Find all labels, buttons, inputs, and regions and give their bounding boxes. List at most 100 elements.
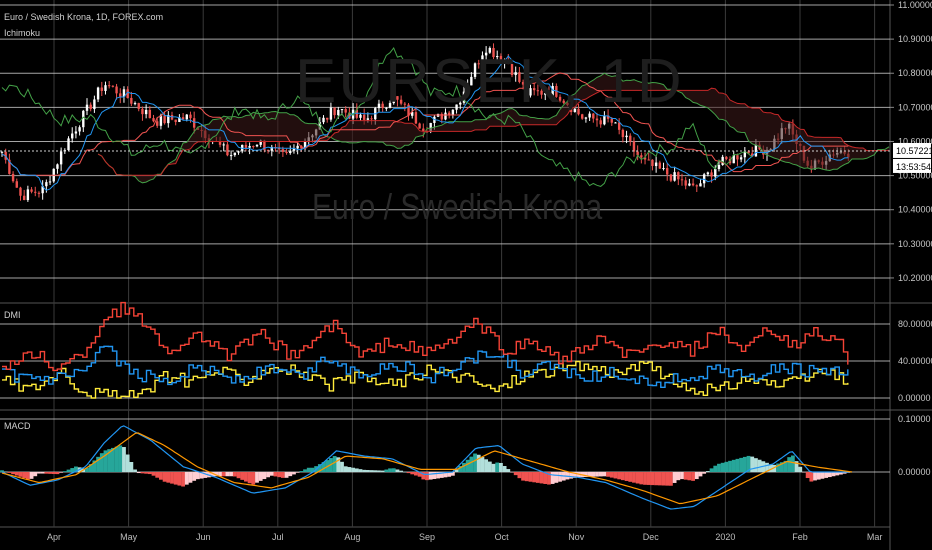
macd-histogram-bar bbox=[391, 468, 396, 472]
candle-body bbox=[96, 87, 100, 100]
candle-body bbox=[244, 144, 248, 148]
macd-histogram-bar bbox=[414, 472, 418, 476]
macd-histogram-bar bbox=[532, 472, 537, 483]
macd-histogram-bar bbox=[292, 472, 296, 475]
candle-body bbox=[248, 146, 251, 148]
dmi-pane-label: DMI bbox=[4, 310, 21, 320]
macd-histogram-bar bbox=[691, 472, 695, 481]
candle-body bbox=[680, 179, 684, 181]
macd-histogram-bar bbox=[303, 469, 307, 472]
macd-histogram-bar bbox=[425, 472, 429, 481]
macd-histogram-bar bbox=[44, 472, 49, 474]
candle-body bbox=[625, 135, 628, 138]
macd-histogram-bar bbox=[554, 472, 559, 483]
macd-histogram-bar bbox=[288, 472, 293, 477]
candle-body bbox=[699, 183, 702, 187]
macd-histogram-bar bbox=[354, 468, 359, 472]
time-tick-label: Jun bbox=[196, 532, 211, 542]
time-tick-label: 2020 bbox=[715, 532, 735, 542]
candle-body bbox=[111, 85, 115, 87]
candle-body bbox=[736, 155, 739, 160]
candle-body bbox=[632, 141, 636, 152]
macd-histogram-bar bbox=[473, 453, 477, 472]
macd-histogram-bar bbox=[735, 458, 740, 472]
macd-histogram-bar bbox=[495, 462, 500, 472]
macd-histogram-bar bbox=[284, 472, 289, 478]
candle-body bbox=[89, 104, 92, 110]
candle-body bbox=[629, 135, 632, 142]
macd-histogram-bar bbox=[513, 472, 518, 476]
macd-histogram-bar bbox=[521, 472, 525, 481]
macd-histogram-bar bbox=[66, 469, 71, 472]
macd-histogram-bar bbox=[820, 472, 825, 479]
indicator-label: Ichimoku bbox=[4, 28, 41, 38]
macd-histogram-bar bbox=[340, 461, 344, 472]
macd-histogram-bar bbox=[824, 472, 829, 478]
macd-histogram-bar bbox=[380, 470, 385, 472]
macd-histogram-bar bbox=[805, 472, 810, 479]
candle-body bbox=[71, 133, 74, 139]
candle-body bbox=[93, 99, 96, 110]
macd-histogram-bar bbox=[724, 461, 729, 472]
macd-histogram-bar bbox=[506, 469, 511, 472]
macd-histogram-bar bbox=[388, 468, 392, 472]
macd-histogram-bar bbox=[617, 472, 622, 480]
time-tick-label: Jul bbox=[272, 532, 284, 542]
candle-body bbox=[22, 195, 26, 201]
macd-histogram-bar bbox=[672, 472, 677, 483]
macd-histogram-bar bbox=[798, 466, 803, 472]
macd-histogram-bar bbox=[192, 472, 197, 481]
macd-histogram-bar bbox=[269, 472, 274, 476]
macd-histogram-bar bbox=[680, 472, 684, 480]
macd-histogram-bar bbox=[236, 472, 241, 479]
macd-histogram-bar bbox=[280, 472, 285, 478]
candle-body bbox=[115, 86, 118, 94]
macd-histogram-bar bbox=[499, 462, 503, 472]
candle-body bbox=[78, 127, 81, 132]
candle-body bbox=[67, 138, 70, 151]
candle-body bbox=[15, 181, 18, 188]
macd-histogram-bar bbox=[713, 465, 718, 472]
macd-histogram-bar bbox=[480, 457, 485, 472]
macd-histogram-bar bbox=[343, 466, 348, 472]
macd-histogram-bar bbox=[739, 457, 744, 472]
candle-body bbox=[688, 183, 691, 186]
macd-histogram-bar bbox=[606, 472, 610, 477]
macd-histogram-bar bbox=[295, 472, 300, 473]
macd-histogram-bar bbox=[369, 470, 374, 472]
macd-histogram-bar bbox=[550, 472, 555, 484]
macd-histogram-bar bbox=[188, 472, 193, 483]
macd-histogram-bar bbox=[698, 472, 703, 477]
macd-histogram-bar bbox=[632, 472, 636, 483]
candle-body bbox=[717, 164, 721, 170]
macd-histogram-bar bbox=[358, 469, 363, 472]
candle-body bbox=[281, 149, 285, 152]
macd-tick-label: 0.00000 bbox=[898, 467, 931, 477]
macd-histogram-bar bbox=[373, 470, 378, 472]
macd-histogram-bar bbox=[177, 472, 182, 486]
macd-histogram-bar bbox=[491, 463, 496, 472]
macd-histogram-bar bbox=[99, 453, 104, 472]
candle-body bbox=[651, 159, 654, 167]
macd-histogram-bar bbox=[598, 472, 603, 477]
dmi-tick-label: 80.00000 bbox=[898, 319, 932, 329]
macd-histogram-bar bbox=[591, 472, 596, 477]
macd-histogram-bar bbox=[683, 472, 688, 480]
macd-histogram-bar bbox=[731, 459, 736, 472]
candle-body bbox=[189, 114, 192, 119]
macd-histogram-bar bbox=[717, 463, 721, 472]
macd-histogram-bar bbox=[55, 472, 60, 475]
candle-body bbox=[148, 109, 152, 119]
candle-body bbox=[739, 157, 743, 160]
time-tick-label: May bbox=[120, 532, 138, 542]
macd-histogram-bar bbox=[247, 472, 252, 484]
macd-histogram-bar bbox=[62, 471, 67, 472]
candle-body bbox=[0, 151, 4, 153]
price-tick-label: 10.20000 bbox=[898, 273, 932, 283]
candle-body bbox=[252, 146, 255, 148]
macd-histogram-bar bbox=[613, 472, 618, 479]
macd-histogram-bar bbox=[702, 472, 707, 474]
macd-histogram-bar bbox=[70, 468, 75, 472]
macd-histogram-bar bbox=[136, 472, 141, 474]
candle-body bbox=[56, 164, 59, 169]
